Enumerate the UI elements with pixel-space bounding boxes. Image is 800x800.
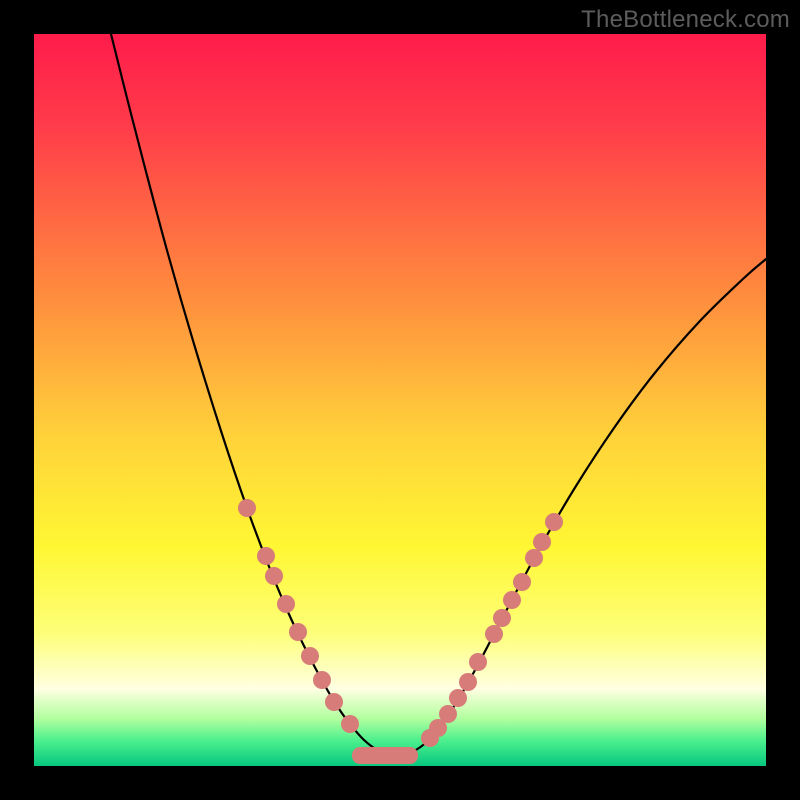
bead-right-8 <box>503 591 521 609</box>
chart-frame: TheBottleneck.com <box>0 0 800 800</box>
bead-left-5 <box>301 647 319 665</box>
bead-right-6 <box>485 625 503 643</box>
bead-left-8 <box>341 715 359 733</box>
bead-right-11 <box>533 533 551 551</box>
bead-right-2 <box>439 705 457 723</box>
bead-left-1 <box>257 547 275 565</box>
bead-right-10 <box>525 549 543 567</box>
bead-left-7 <box>325 693 343 711</box>
bead-left-0 <box>238 499 256 517</box>
plot-svg <box>34 34 766 766</box>
gradient-background <box>34 34 766 766</box>
bead-right-5 <box>469 653 487 671</box>
watermark-text: TheBottleneck.com <box>581 6 790 34</box>
bead-right-9 <box>513 573 531 591</box>
plot-area <box>34 34 766 766</box>
bead-left-3 <box>277 595 295 613</box>
bead-bottom-bar <box>352 747 418 764</box>
bead-right-4 <box>459 673 477 691</box>
bead-right-3 <box>449 689 467 707</box>
bead-right-12 <box>545 513 563 531</box>
bead-right-7 <box>493 609 511 627</box>
bead-left-6 <box>313 671 331 689</box>
bead-left-2 <box>265 567 283 585</box>
bead-left-4 <box>289 623 307 641</box>
